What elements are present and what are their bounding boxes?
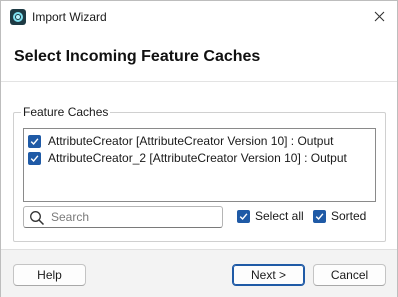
search-input[interactable] bbox=[51, 209, 219, 225]
window-title: Import Wizard bbox=[32, 10, 107, 24]
cancel-button[interactable]: Cancel bbox=[313, 264, 386, 286]
list-item-label: AttributeCreator_2 [AttributeCreator Ver… bbox=[48, 151, 347, 165]
sorted-option[interactable]: Sorted bbox=[313, 209, 366, 223]
wizard-header: Select Incoming Feature Caches bbox=[1, 32, 397, 82]
checkmark-icon bbox=[30, 137, 39, 145]
select-all-checkbox[interactable] bbox=[237, 209, 250, 223]
list-item[interactable]: AttributeCreator_2 [AttributeCreator Ver… bbox=[28, 150, 347, 166]
import-wizard-window: Import Wizard Select Incoming Feature Ca… bbox=[0, 0, 398, 297]
next-button[interactable]: Next > bbox=[232, 264, 305, 286]
title-bar: Import Wizard bbox=[1, 1, 397, 32]
select-all-option[interactable]: Select all bbox=[237, 209, 304, 223]
search-icon bbox=[30, 211, 45, 226]
checkmark-icon bbox=[239, 212, 248, 220]
feature-caches-group-label: Feature Caches bbox=[21, 105, 111, 119]
close-icon bbox=[374, 11, 384, 21]
app-icon-dot bbox=[16, 15, 20, 19]
checkmark-icon bbox=[30, 154, 39, 162]
sorted-checkbox[interactable] bbox=[313, 209, 326, 223]
help-button[interactable]: Help bbox=[13, 264, 86, 286]
list-item-label: AttributeCreator [AttributeCreator Versi… bbox=[48, 134, 334, 148]
sorted-label: Sorted bbox=[331, 209, 367, 223]
feature-cache-list[interactable]: AttributeCreator [AttributeCreator Versi… bbox=[23, 128, 376, 202]
item-checkbox[interactable] bbox=[28, 134, 41, 148]
checkmark-icon bbox=[315, 212, 324, 220]
page-title: Select Incoming Feature Caches bbox=[14, 48, 261, 65]
search-box[interactable] bbox=[23, 206, 223, 228]
list-item[interactable]: AttributeCreator [AttributeCreator Versi… bbox=[28, 133, 333, 149]
close-button[interactable] bbox=[367, 5, 391, 27]
wizard-footer: Help Next > Cancel bbox=[1, 249, 397, 297]
app-icon bbox=[10, 9, 26, 25]
item-checkbox[interactable] bbox=[28, 151, 41, 165]
select-all-label: Select all bbox=[255, 209, 304, 223]
